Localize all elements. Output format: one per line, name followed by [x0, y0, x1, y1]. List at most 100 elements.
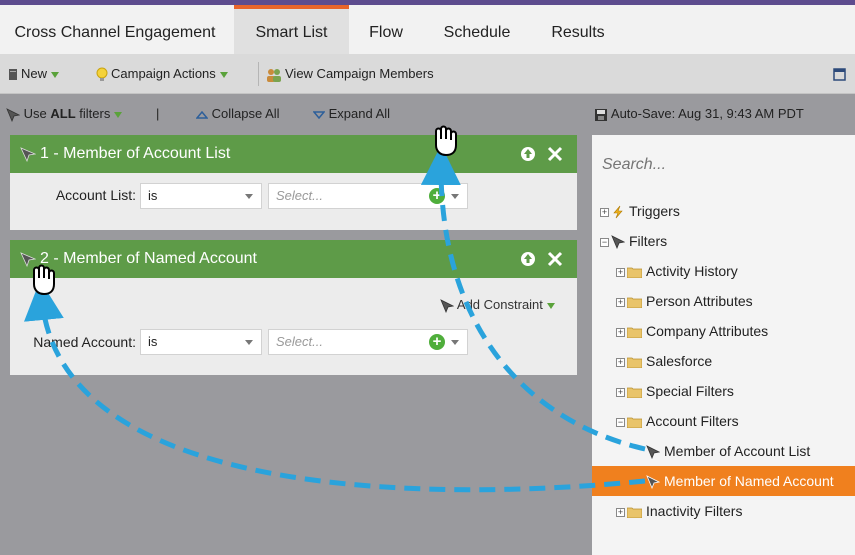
expand-all-button[interactable]: Expand All — [312, 96, 390, 132]
view-campaign-members-button[interactable]: View Campaign Members — [266, 54, 434, 94]
window-toggle-button[interactable] — [833, 54, 849, 94]
add-icon[interactable]: + — [429, 188, 445, 204]
search-input[interactable] — [592, 146, 855, 184]
tree-item-member-of-named-account[interactable]: Member of Named Account — [592, 466, 855, 496]
tab-smart-list[interactable]: Smart List — [234, 5, 349, 54]
folder-icon — [626, 507, 643, 519]
tab-results[interactable]: Results — [533, 5, 623, 54]
chevron-down-icon — [114, 111, 123, 118]
window-icon — [833, 68, 846, 81]
filter-icon — [646, 475, 661, 490]
tree-item-label: Company Attributes — [646, 323, 769, 339]
filter-icon — [6, 107, 21, 122]
folder-icon — [626, 297, 643, 309]
tree-item-label: Member of Account List — [664, 443, 811, 459]
chevron-down-icon — [219, 71, 228, 78]
chevron-down-icon — [245, 340, 253, 345]
tree-item-company-attributes[interactable]: + Company Attributes — [616, 316, 768, 346]
tree-item-account-filters[interactable]: − Account Filters — [616, 406, 739, 436]
close-icon[interactable] — [547, 251, 563, 267]
field-label: Named Account: — [33, 334, 136, 350]
collapse-icon[interactable]: − — [600, 237, 609, 247]
tree-item-label: Person Attributes — [646, 293, 753, 309]
toolbar: New Campaign Actions View Campaign Membe… — [0, 54, 855, 94]
filter-card-header[interactable]: 1 - Member of Account List — [10, 135, 577, 173]
tree-item-label: Account Filters — [646, 413, 739, 429]
tree-item-member-of-account-list[interactable]: Member of Account List — [646, 436, 810, 466]
expand-icon[interactable]: + — [616, 327, 625, 337]
field-label: Account List: — [55, 187, 136, 203]
filter-card-2: 2 - Member of Named Account Add Constrai… — [10, 240, 577, 375]
new-label: New — [21, 66, 48, 81]
campaign-actions-label: Campaign Actions — [111, 66, 216, 81]
tree-item-salesforce[interactable]: + Salesforce — [616, 346, 712, 376]
tree-item-special-filters[interactable]: + Special Filters — [616, 376, 734, 406]
tab-flow[interactable]: Flow — [350, 5, 422, 54]
operator-value: is — [148, 188, 158, 203]
operator-select[interactable]: is — [140, 329, 262, 355]
tree-item-triggers[interactable]: + Triggers — [600, 196, 680, 226]
expand-icon[interactable]: + — [616, 267, 625, 277]
tree-item-filters[interactable]: − Filters — [600, 226, 667, 256]
use-label: Use — [23, 106, 47, 121]
expand-icon — [312, 110, 326, 119]
tree-item-person-attributes[interactable]: + Person Attributes — [616, 286, 753, 316]
chevron-down-icon — [245, 194, 253, 199]
folder-icon — [626, 357, 643, 369]
expand-icon[interactable]: + — [616, 507, 625, 517]
add-icon[interactable]: + — [429, 334, 445, 350]
autosave-status: Auto-Save: Aug 31, 9:43 AM PDT — [594, 96, 804, 132]
tree-item-label: Filters — [629, 233, 668, 249]
use-all-filters-dropdown[interactable]: Use ALL filters — [6, 96, 123, 132]
tree-item-label: Member of Named Account — [664, 473, 834, 489]
folder-icon — [626, 327, 643, 339]
campaign-actions-button[interactable]: Campaign Actions — [96, 54, 228, 94]
move-up-icon[interactable] — [520, 251, 536, 267]
new-button[interactable]: New — [8, 54, 60, 94]
all-label: ALL — [50, 106, 76, 121]
collapse-all-label: Collapse All — [211, 106, 280, 121]
value-placeholder: Select... — [276, 334, 323, 349]
toolbar-divider — [258, 62, 259, 86]
filters-label: filters — [79, 106, 111, 121]
collapse-icon — [195, 110, 209, 119]
filter-icon — [20, 147, 36, 162]
collapse-all-button[interactable]: Collapse All — [195, 96, 280, 132]
tree-item-inactivity-filters[interactable]: + Inactivity Filters — [616, 496, 742, 526]
chevron-down-icon — [451, 340, 459, 345]
add-constraint-button[interactable]: Add Constraint — [440, 297, 555, 313]
expand-icon[interactable]: + — [616, 297, 625, 307]
add-constraint-label: Add Constraint — [456, 297, 543, 312]
move-up-icon[interactable] — [520, 146, 536, 162]
tab-schedule[interactable]: Schedule — [428, 5, 526, 54]
operator-value: is — [148, 334, 158, 349]
filter-icon — [20, 252, 36, 267]
collapse-icon[interactable]: − — [616, 417, 625, 427]
operator-select[interactable]: is — [140, 183, 262, 209]
expand-icon[interactable]: + — [616, 357, 625, 367]
filter-card-title: 2 - Member of Named Account — [40, 250, 257, 267]
autosave-text: Auto-Save: Aug 31, 9:43 AM PDT — [610, 106, 804, 121]
chevron-down-icon — [51, 71, 60, 78]
save-icon — [595, 108, 607, 121]
option-separator: | — [156, 106, 160, 121]
expand-icon[interactable]: + — [600, 207, 609, 217]
tree-item-label: Triggers — [629, 203, 680, 219]
filter-icon — [611, 235, 626, 250]
lightbulb-icon — [96, 67, 108, 82]
tree-item-activity-history[interactable]: + Activity History — [616, 256, 738, 286]
tree-item-label: Salesforce — [646, 353, 713, 369]
new-icon — [9, 69, 17, 81]
lightning-icon — [613, 206, 623, 219]
tree-item-label: Activity History — [646, 263, 738, 279]
tab-bar: Cross Channel Engagement Smart List Flow… — [0, 0, 855, 54]
close-icon[interactable] — [547, 146, 563, 162]
expand-icon[interactable]: + — [616, 387, 625, 397]
folder-icon — [626, 267, 643, 279]
filter-icon — [440, 298, 455, 313]
filter-card-1: 1 - Member of Account List Account List:… — [10, 135, 577, 230]
people-icon — [267, 68, 281, 82]
filter-card-header[interactable]: 2 - Member of Named Account — [10, 240, 577, 278]
folder-open-icon — [626, 417, 643, 429]
tab-cross-channel-engagement[interactable]: Cross Channel Engagement — [0, 5, 230, 54]
